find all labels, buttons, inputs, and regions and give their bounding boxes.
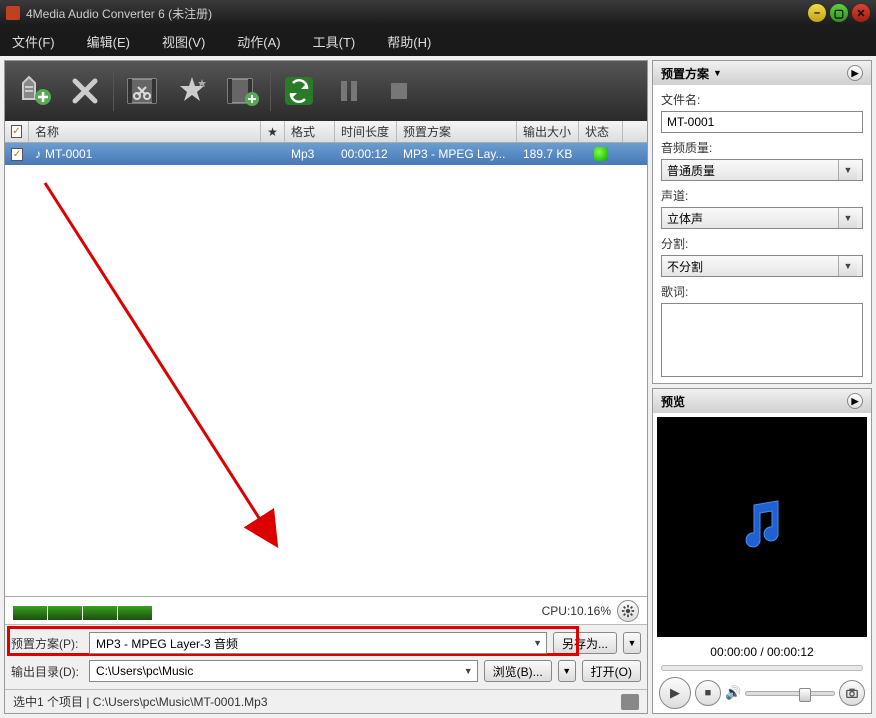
preset-panel-title: 预置方案 — [661, 65, 709, 82]
preview-progress[interactable] — [661, 665, 863, 671]
music-notes-icon — [732, 495, 792, 560]
add-profile-button[interactable] — [220, 69, 264, 113]
menubar: 文件(F) 编辑(E) 视图(V) 动作(A) 工具(T) 帮助(H) — [0, 26, 876, 56]
minimize-button[interactable]: – — [808, 4, 826, 22]
statusbar: 选中1 个项目 | C:\Users\pc\Music\MT-0001.Mp3 — [5, 689, 647, 713]
chevron-down-icon[interactable]: ▼ — [713, 68, 722, 78]
channel-combo[interactable]: 立体声 — [661, 207, 863, 229]
split-label: 分割: — [661, 235, 863, 252]
app-logo-icon — [6, 6, 20, 20]
pause-button[interactable] — [327, 69, 371, 113]
menu-view[interactable]: 视图(V) — [162, 32, 205, 51]
filename-input[interactable] — [661, 111, 863, 133]
add-file-button[interactable] — [13, 69, 57, 113]
table-row[interactable]: ✓ ♪ MT-0001 Mp3 00:00:12 MP3 - MPEG Lay..… — [5, 143, 647, 165]
quality-combo[interactable]: 普通质量 — [661, 159, 863, 181]
saveas-dropdown[interactable]: ▼ — [623, 632, 641, 654]
menu-help[interactable]: 帮助(H) — [387, 32, 431, 51]
col-format[interactable]: 格式 — [285, 121, 335, 142]
browse-button[interactable]: 浏览(B)... — [484, 660, 552, 682]
preview-time: 00:00:00 / 00:00:12 — [653, 641, 871, 663]
cpu-bar: CPU:10.16% — [5, 596, 647, 624]
preview-panel: 预览 ▶ 00:00:00 / 00:00:12 ▶ ■ 🔊 — [652, 388, 872, 714]
lyrics-label: 歌词: — [661, 283, 863, 300]
player-stop-button[interactable]: ■ — [695, 680, 721, 706]
menu-file[interactable]: 文件(F) — [12, 32, 55, 51]
row-preset: MP3 - MPEG Lay... — [397, 147, 517, 161]
effects-button[interactable] — [170, 69, 214, 113]
preview-screen[interactable] — [657, 417, 867, 637]
open-button[interactable]: 打开(O) — [582, 660, 641, 682]
stop-button[interactable] — [377, 69, 421, 113]
row-format: Mp3 — [285, 147, 335, 161]
cpu-settings-button[interactable] — [617, 600, 639, 622]
col-size[interactable]: 输出大小 — [517, 121, 579, 142]
status-text: 选中1 个项目 | C:\Users\pc\Music\MT-0001.Mp3 — [13, 693, 268, 710]
maximize-button[interactable]: ▢ — [830, 4, 848, 22]
preview-title: 预览 — [661, 393, 685, 410]
table-header: ✓ 名称 ★ 格式 时间长度 预置方案 输出大小 状态 — [5, 121, 647, 143]
toolbar — [5, 61, 647, 121]
cpu-meter-icon — [13, 602, 542, 620]
panel-expand-button[interactable]: ▶ — [847, 65, 863, 81]
play-button[interactable]: ▶ — [659, 677, 691, 709]
clip-button[interactable] — [120, 69, 164, 113]
music-note-icon: ♪ — [35, 147, 41, 161]
menu-edit[interactable]: 编辑(E) — [87, 32, 130, 51]
titlebar: 4Media Audio Converter 6 (未注册) – ▢ ✕ — [0, 0, 876, 26]
delete-button[interactable] — [63, 69, 107, 113]
row-size: 189.7 KB — [517, 147, 579, 161]
window-title: 4Media Audio Converter 6 (未注册) — [26, 5, 808, 22]
row-duration: 00:00:12 — [335, 147, 397, 161]
cpu-text: CPU:10.16% — [542, 604, 611, 618]
row-name: MT-0001 — [45, 147, 92, 161]
col-status[interactable]: 状态 — [579, 121, 623, 142]
preview-expand-button[interactable]: ▶ — [847, 393, 863, 409]
filename-label: 文件名: — [661, 91, 863, 108]
col-preset[interactable]: 预置方案 — [397, 121, 517, 142]
volume-slider[interactable] — [745, 691, 835, 696]
menu-action[interactable]: 动作(A) — [237, 32, 280, 51]
convert-button[interactable] — [277, 69, 321, 113]
file-list[interactable]: ✓ ♪ MT-0001 Mp3 00:00:12 MP3 - MPEG Lay..… — [5, 143, 647, 596]
saveas-button[interactable]: 另存为... — [553, 632, 617, 654]
split-combo[interactable]: 不分割 — [661, 255, 863, 277]
col-name[interactable]: 名称 — [29, 121, 261, 142]
browse-dropdown[interactable]: ▼ — [558, 660, 576, 682]
outdir-combo[interactable]: C:\Users\pc\Music — [89, 660, 478, 682]
quality-label: 音频质量: — [661, 139, 863, 156]
col-duration[interactable]: 时间长度 — [335, 121, 397, 142]
row-checkbox[interactable]: ✓ — [11, 148, 23, 161]
outdir-label: 输出目录(D): — [11, 663, 83, 680]
volume-icon: 🔊 — [725, 685, 741, 701]
preset-label: 预置方案(P): — [11, 635, 83, 652]
lyrics-textarea[interactable] — [661, 303, 863, 377]
preset-panel: 预置方案 ▼ ▶ 文件名: 音频质量: 普通质量 声道: 立体声 分割: 不分割… — [652, 60, 872, 384]
disk-icon — [621, 694, 639, 710]
annotation-arrow — [35, 173, 295, 573]
preset-combo[interactable]: MP3 - MPEG Layer-3 音频 — [89, 632, 547, 654]
menu-tool[interactable]: 工具(T) — [313, 32, 356, 51]
snapshot-button[interactable] — [839, 680, 865, 706]
close-button[interactable]: ✕ — [852, 4, 870, 22]
col-star[interactable]: ★ — [261, 121, 285, 142]
status-ready-icon — [594, 147, 608, 161]
col-checkbox[interactable]: ✓ — [5, 121, 29, 142]
channel-label: 声道: — [661, 187, 863, 204]
